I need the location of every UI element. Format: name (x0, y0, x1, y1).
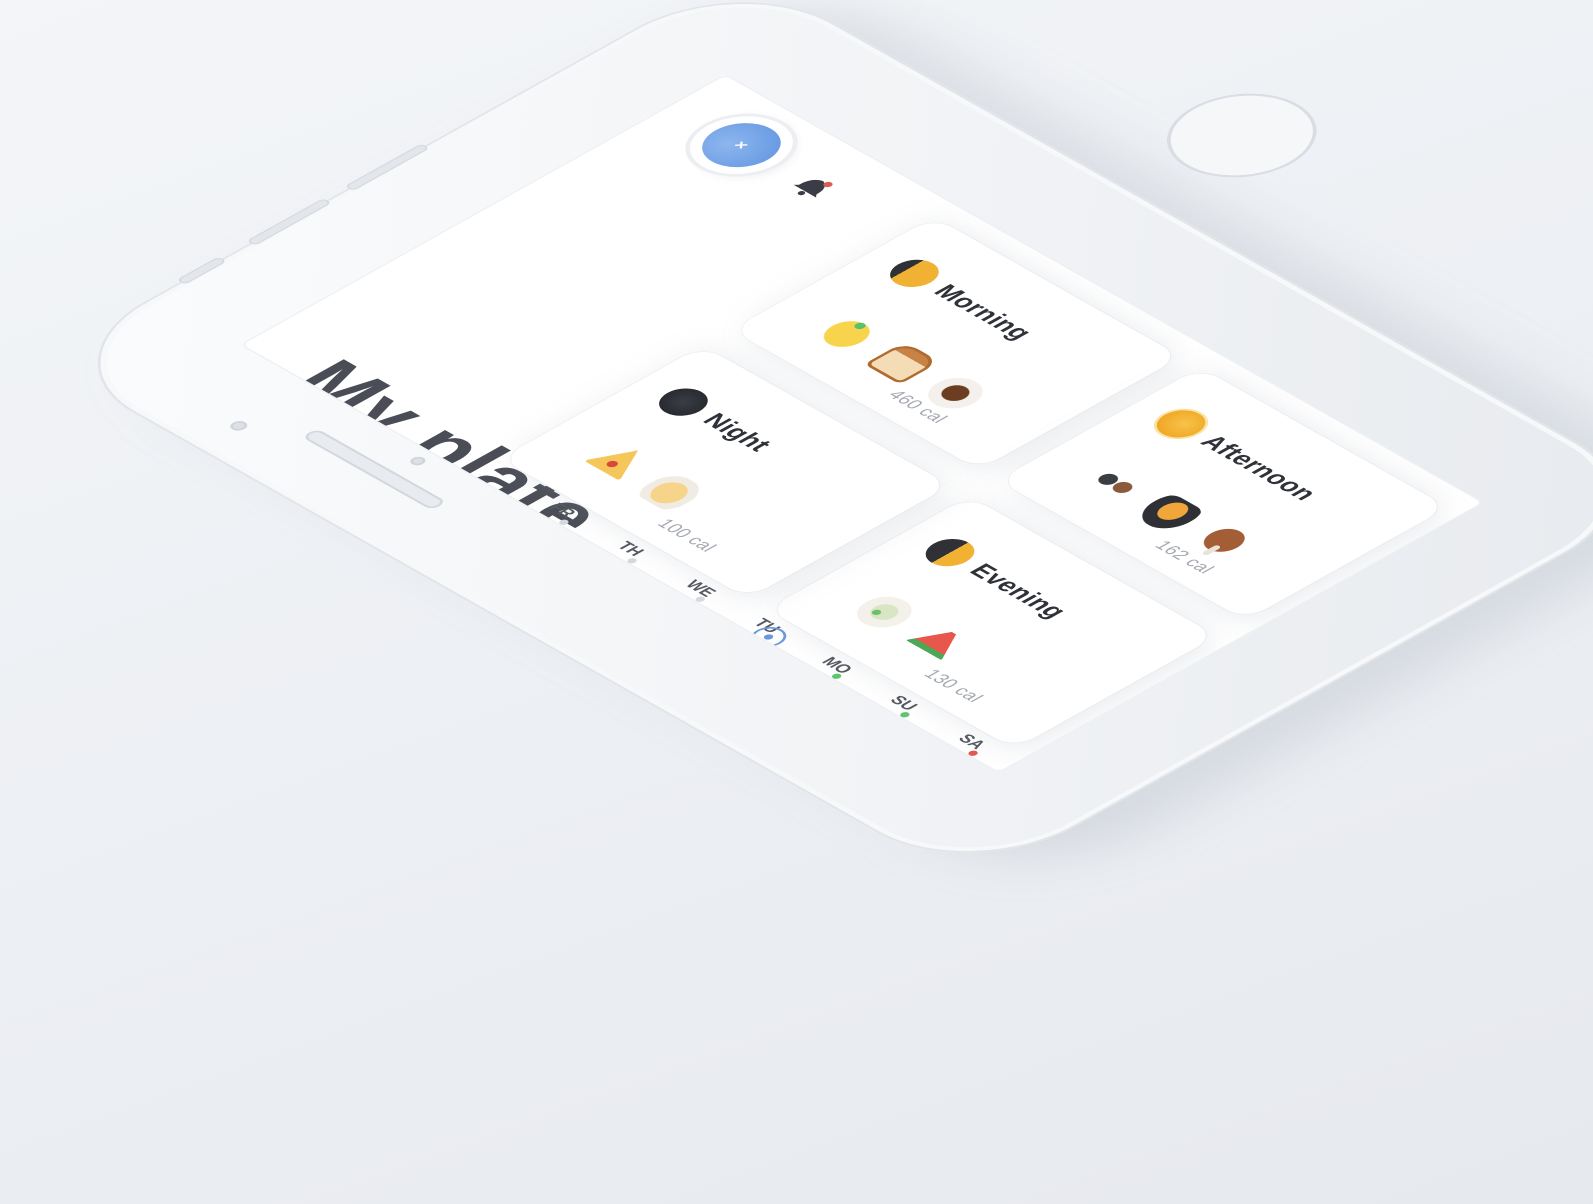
day-status-dot (966, 749, 980, 757)
meal-period-label: Evening (963, 559, 1074, 623)
meal-card-header: Morning (880, 254, 1044, 346)
pot-icon (1130, 492, 1207, 535)
scene: × My plate Morning 460 cal Afternoon 162… (0, 0, 1593, 1204)
skewer-icon (1077, 461, 1154, 505)
tea-icon (846, 590, 923, 634)
home-button[interactable] (1136, 76, 1348, 195)
sun-icon (880, 254, 949, 293)
proximity-sensor (407, 455, 429, 467)
banana-icon (810, 311, 888, 355)
day-status-dot (625, 557, 639, 565)
meal-card-header: Afternoon (1146, 404, 1329, 508)
half-sun-icon (915, 533, 985, 572)
meal-card-header: Evening (915, 533, 1079, 625)
day-status-dot (557, 518, 571, 526)
moon-icon (649, 382, 718, 422)
watermelon-icon (899, 621, 976, 664)
volume-up-button (246, 198, 332, 246)
phone-mockup: × My plate Morning 460 cal Afternoon 162… (40, 0, 1593, 891)
meal-card-header: Night (649, 382, 783, 458)
phone-body: × My plate Morning 460 cal Afternoon 162… (40, 0, 1593, 885)
app-screen: × My plate Morning 460 cal Afternoon 162… (242, 75, 1482, 772)
mute-switch (176, 256, 227, 285)
day-label: FR (544, 500, 581, 521)
meal-period-label: Morning (927, 280, 1040, 344)
bread-icon (863, 341, 941, 385)
food-list (846, 590, 976, 664)
meal-period-label: Afternoon (1194, 430, 1325, 505)
sun-icon (1146, 404, 1216, 444)
volume-down-button (344, 143, 430, 192)
food-list (580, 440, 710, 514)
pizza-icon (580, 440, 657, 483)
front-camera (226, 419, 251, 433)
day-status-dot (898, 711, 912, 719)
meal-period-label: Night (696, 409, 779, 456)
noodles-icon (632, 470, 710, 514)
